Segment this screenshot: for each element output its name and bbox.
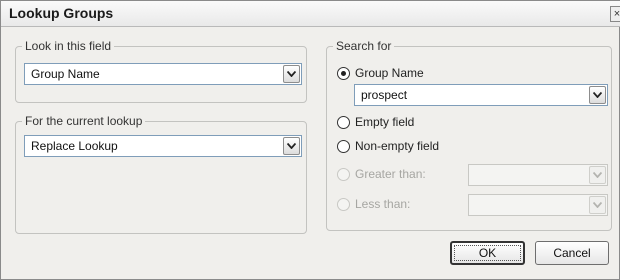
title-bar: Lookup Groups ×	[1, 1, 620, 27]
cancel-button[interactable]: Cancel	[535, 241, 609, 265]
radio-less-than-label: Less than:	[355, 197, 411, 211]
search-for-legend-text: Search for	[336, 39, 392, 53]
look-in-field-value: Group Name	[31, 67, 100, 81]
chevron-down-icon[interactable]	[283, 65, 300, 83]
look-in-legend: Look in this field	[22, 39, 114, 53]
current-lookup-select[interactable]: Replace Lookup	[24, 135, 302, 157]
ok-button[interactable]: OK	[450, 241, 525, 265]
radio-group-name-label: Group Name	[355, 66, 424, 80]
radio-greater-than-label: Greater than:	[355, 167, 426, 181]
greater-than-select	[468, 164, 608, 186]
search-for-legend: Search for	[333, 39, 394, 53]
radio-empty-field-label: Empty field	[355, 115, 415, 129]
close-icon: ×	[613, 8, 620, 20]
radio-empty-field[interactable]: Empty field	[337, 113, 414, 131]
close-button[interactable]: ×	[610, 6, 620, 22]
current-lookup-legend-text: For the current lookup	[25, 114, 143, 128]
current-lookup-legend: For the current lookup	[22, 114, 145, 128]
current-lookup-value: Replace Lookup	[31, 139, 118, 153]
radio-button-checked[interactable]	[337, 66, 350, 80]
radio-button[interactable]	[337, 115, 350, 129]
less-than-select	[468, 194, 608, 216]
radio-greater-than: Greater than:	[337, 165, 426, 183]
radio-non-empty-field-label: Non-empty field	[355, 139, 440, 153]
chevron-down-icon	[589, 166, 606, 184]
look-in-legend-text: Look in this field	[25, 39, 112, 53]
radio-less-than: Less than:	[337, 195, 410, 213]
chevron-down-icon[interactable]	[589, 86, 606, 104]
lookup-groups-dialog: Lookup Groups × Look in this field Group…	[0, 0, 620, 280]
current-lookup-group: For the current lookup	[15, 114, 307, 234]
cancel-button-label: Cancel	[553, 246, 591, 260]
group-name-value-select[interactable]: prospect	[354, 84, 608, 106]
group-name-value: prospect	[361, 88, 408, 102]
chevron-down-icon[interactable]	[283, 137, 300, 155]
radio-button-disabled	[337, 167, 350, 181]
radio-non-empty-field[interactable]: Non-empty field	[337, 137, 439, 155]
radio-group-name[interactable]: Group Name	[337, 64, 424, 82]
radio-button-disabled	[337, 197, 350, 211]
dialog-title: Lookup Groups	[9, 5, 114, 21]
radio-button[interactable]	[337, 139, 350, 153]
chevron-down-icon	[589, 196, 606, 214]
look-in-field-select[interactable]: Group Name	[24, 63, 302, 85]
